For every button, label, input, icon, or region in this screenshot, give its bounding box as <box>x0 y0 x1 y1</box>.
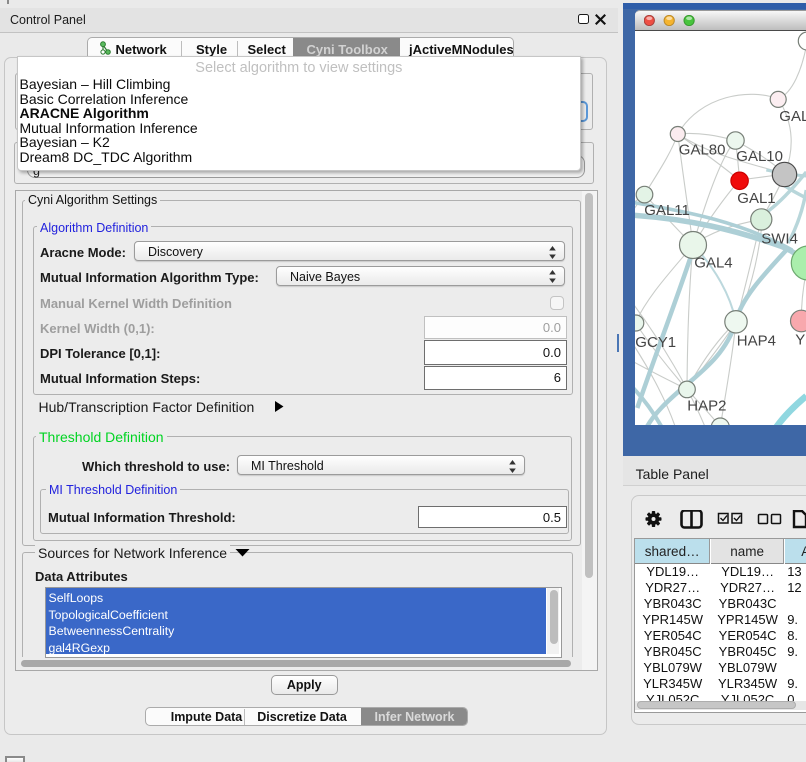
svg-text:GCY1: GCY1 <box>635 334 676 351</box>
svg-text:GAL1: GAL1 <box>737 190 775 207</box>
svg-text:GAL2: GAL2 <box>779 108 806 125</box>
svg-text:GAL80: GAL80 <box>678 142 725 159</box>
svg-text:HAP2: HAP2 <box>687 397 726 414</box>
svg-text:GAL4: GAL4 <box>694 254 732 271</box>
svg-text:YM: YM <box>795 331 806 348</box>
svg-text:GAL10: GAL10 <box>736 148 783 165</box>
svg-text:SWI4: SWI4 <box>761 230 798 247</box>
svg-text:HAP4: HAP4 <box>736 332 775 349</box>
svg-text:GAL11: GAL11 <box>644 202 690 219</box>
